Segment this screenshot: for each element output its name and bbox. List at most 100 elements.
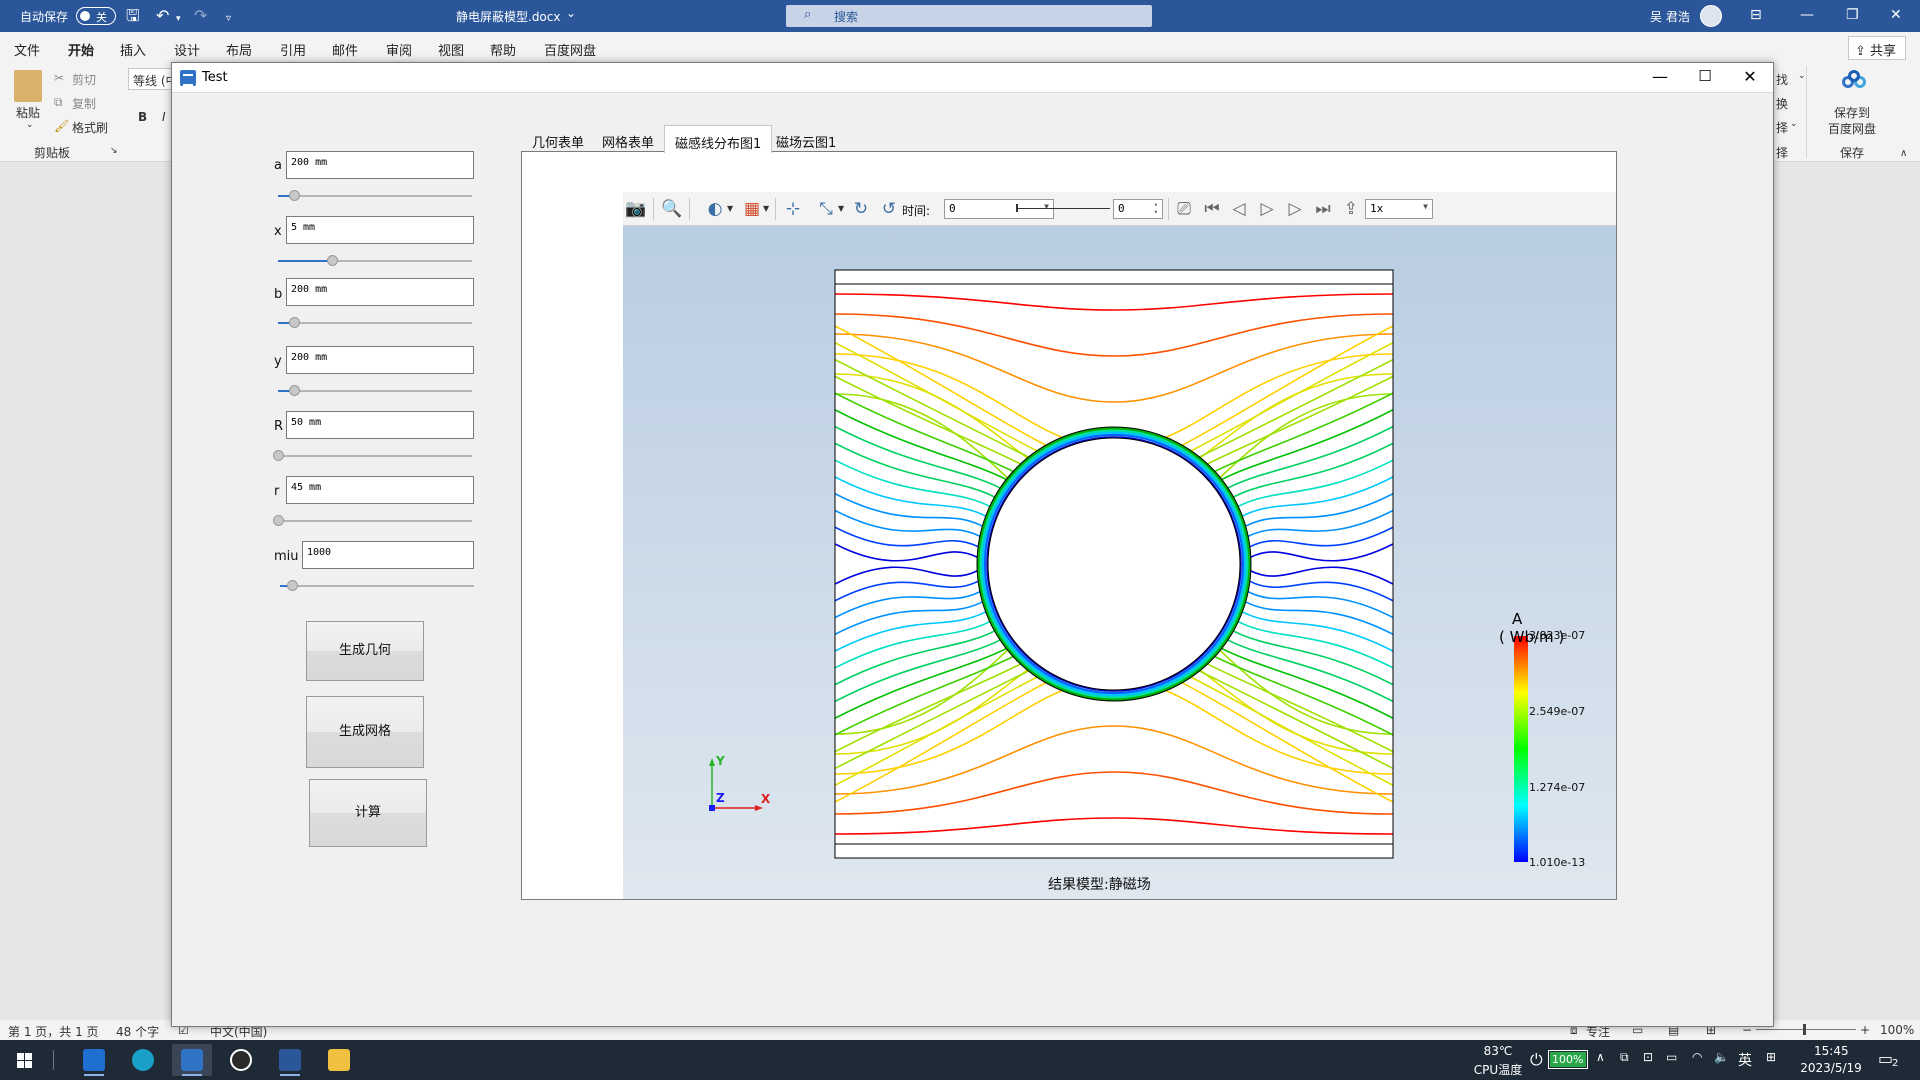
slider-thumb[interactable]	[288, 385, 300, 396]
test-maximize-icon[interactable]: ☐	[1685, 67, 1725, 89]
clock-time[interactable]: 15:45	[1814, 1044, 1849, 1058]
taskbar-app-explorer[interactable]	[319, 1044, 359, 1076]
zoom-slider-track[interactable]	[1756, 1029, 1856, 1030]
param-input-r[interactable]: 45 mm	[286, 476, 474, 504]
ime-grid-icon[interactable]: ⊞	[1766, 1050, 1776, 1064]
prev-frame-icon[interactable]: ◁	[1227, 198, 1251, 220]
first-frame-icon[interactable]: ⏮	[1200, 198, 1224, 220]
last-frame-icon[interactable]: ⏭	[1311, 198, 1335, 220]
search-box[interactable]: ⌕ 搜索	[786, 5, 1152, 27]
save-to-baidu-line1[interactable]: 保存到	[1834, 104, 1870, 121]
paste-label[interactable]: 粘贴	[16, 104, 40, 121]
step-spinbox[interactable]: 0 ▴ ▾	[1113, 199, 1163, 219]
copy-label[interactable]: 复制	[72, 95, 96, 112]
battery-indicator[interactable]: 100%	[1548, 1050, 1588, 1069]
tab-mesh-form[interactable]: 网格表单	[592, 125, 664, 153]
param-input-miu[interactable]: 1000	[302, 541, 474, 569]
autosave-toggle[interactable]: 关	[76, 7, 116, 25]
tab-flux-lines[interactable]: 磁感线分布图1	[664, 125, 773, 153]
minimize-icon[interactable]: —	[1800, 7, 1814, 23]
zoom-slider-thumb[interactable]	[1803, 1024, 1806, 1035]
slider-thumb[interactable]	[327, 255, 339, 266]
italic-button[interactable]: I	[162, 110, 166, 124]
bold-button[interactable]: B	[138, 110, 147, 124]
paste-dropdown-icon[interactable]: ⌄	[26, 120, 34, 130]
tray-icon-2[interactable]: ⊡	[1643, 1050, 1653, 1064]
param-slider-r[interactable]	[273, 514, 472, 528]
taskbar-app-browser[interactable]	[74, 1044, 114, 1076]
next-frame-icon[interactable]: ▷	[1283, 198, 1307, 220]
param-input-a[interactable]: 200 mm	[286, 151, 474, 179]
tab-geometry-form[interactable]: 几何表单	[522, 125, 594, 153]
step-spin-icon[interactable]: ▴ ▾	[1154, 200, 1158, 216]
zoom-level[interactable]: 100%	[1880, 1023, 1914, 1037]
zoom-tool-icon[interactable]: 🔍	[660, 198, 684, 220]
param-slider-R[interactable]	[273, 449, 472, 463]
param-slider-miu[interactable]	[280, 579, 474, 593]
tab-help[interactable]: 帮助	[490, 40, 516, 59]
tab-references[interactable]: 引用	[280, 40, 306, 59]
taskbar-app-media[interactable]	[221, 1044, 261, 1076]
document-title[interactable]: 静电屏蔽模型.docx	[456, 8, 560, 25]
slider-thumb[interactable]	[288, 190, 300, 201]
slider-thumb[interactable]	[288, 317, 300, 328]
axes-view-icon[interactable]: ⤡	[814, 198, 838, 220]
tab-review[interactable]: 审阅	[386, 40, 412, 59]
wifi-icon[interactable]: ◠	[1692, 1050, 1702, 1064]
ime-indicator[interactable]: 英	[1738, 1050, 1752, 1070]
axes-view-dropdown-icon[interactable]: ▼	[838, 204, 844, 213]
copy-icon[interactable]: ⧉	[54, 95, 63, 110]
close-icon[interactable]: ✕	[1890, 7, 1902, 23]
tray-expand-icon[interactable]: ∧	[1596, 1050, 1605, 1064]
baidu-cloud-icon[interactable]	[1840, 70, 1870, 92]
page-count[interactable]: 第 1 页，共 1 页	[8, 1023, 99, 1040]
generate-mesh-button[interactable]: 生成网格	[306, 696, 424, 768]
power-plug-icon[interactable]: ⏻	[1530, 1050, 1543, 1070]
param-input-y[interactable]: 200 mm	[286, 346, 474, 374]
share-button[interactable]: ⇪ 共享	[1848, 36, 1906, 60]
flux-line-plot[interactable]	[623, 226, 1616, 899]
select-dropdown-icon[interactable]: ⌄	[1790, 119, 1798, 129]
tab-baidu[interactable]: 百度网盘	[544, 40, 596, 59]
customize-qat-icon[interactable]: ▿	[226, 9, 231, 29]
rotate-cw-icon[interactable]: ↻	[849, 198, 873, 220]
save-to-baidu-line2[interactable]: 百度网盘	[1828, 120, 1876, 137]
rotate-ccw-icon[interactable]: ↺	[877, 198, 901, 220]
redo-icon[interactable]: ↷	[194, 6, 207, 26]
start-button[interactable]	[4, 1044, 44, 1076]
tray-icon-3[interactable]: ▭	[1666, 1050, 1677, 1064]
ribbon-display-icon[interactable]: ⊟	[1750, 7, 1762, 23]
speed-select[interactable]: 1x ▼	[1365, 199, 1433, 219]
time-slider-thumb[interactable]	[1016, 204, 1018, 212]
save-icon[interactable]: 🖫	[126, 6, 140, 26]
time-slider-track[interactable]	[1016, 208, 1110, 209]
tab-mailings[interactable]: 邮件	[332, 40, 358, 59]
param-input-x[interactable]: 5 mm	[286, 216, 474, 244]
zoom-in-icon[interactable]: +	[1860, 1023, 1870, 1037]
slider-thumb[interactable]	[273, 450, 284, 461]
cut-label[interactable]: 剪切	[72, 71, 96, 88]
tab-field-cloud[interactable]: 磁场云图1	[766, 125, 846, 153]
word-count[interactable]: 48 个字	[116, 1023, 159, 1040]
undo-icon[interactable]: ↶	[156, 6, 169, 26]
format-painter-label[interactable]: 格式刷	[72, 119, 108, 136]
collapse-ribbon-icon[interactable]: ∧	[1900, 148, 1907, 159]
render-mode-dropdown-icon[interactable]: ▼	[727, 204, 733, 213]
render-mode-icon[interactable]: ◐	[703, 198, 727, 220]
title-caret-icon[interactable]: ⌄	[566, 6, 576, 20]
find-label[interactable]: 找	[1776, 71, 1788, 88]
format-painter-icon[interactable]: 🖌	[54, 119, 69, 133]
color-cube-dropdown-icon[interactable]: ▼	[763, 204, 769, 213]
taskbar-app-test[interactable]	[172, 1044, 212, 1076]
record-video-icon[interactable]: ⎚	[1172, 198, 1196, 220]
select-label[interactable]: 择	[1776, 119, 1788, 136]
param-slider-x[interactable]	[278, 254, 472, 268]
test-close-icon[interactable]: ✕	[1730, 67, 1770, 89]
compute-button[interactable]: 计算	[309, 779, 427, 847]
tab-design[interactable]: 设计	[174, 40, 200, 59]
clipboard-launcher-icon[interactable]: ↘	[110, 146, 118, 156]
tray-icon-1[interactable]: ⧉	[1620, 1050, 1629, 1065]
taskbar-app-word[interactable]	[270, 1044, 310, 1076]
tab-layout[interactable]: 布局	[226, 40, 252, 59]
paste-icon[interactable]	[14, 70, 42, 102]
